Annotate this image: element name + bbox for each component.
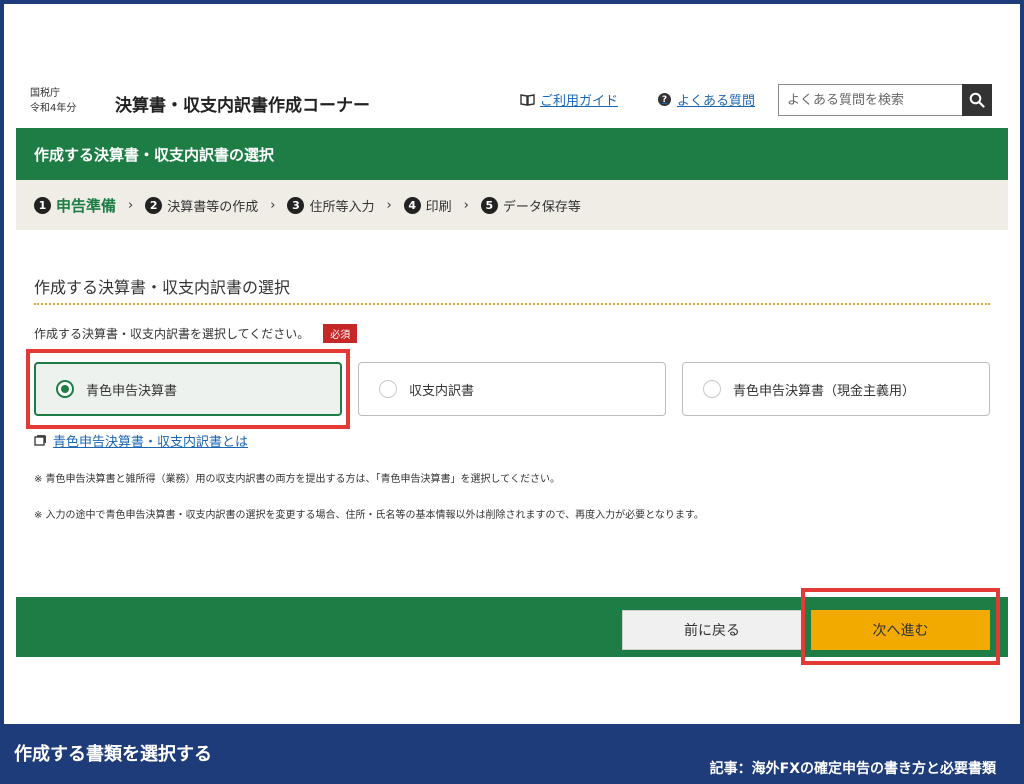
option-income-statement[interactable]: 収支内訳書 (358, 362, 666, 416)
radio-icon[interactable] (379, 380, 397, 398)
tax-year: 令和4年分 (30, 103, 77, 114)
note-1: ※ 青色申告決算書と雑所得（業務）用の収支内訳書の両方を提出する方は、「青色申告… (34, 474, 560, 485)
search-input[interactable] (778, 84, 962, 116)
info-link-label: 青色申告決算書・収支内訳書とは (53, 435, 249, 450)
step-label: 申告準備 (56, 196, 117, 215)
window-icon (34, 435, 46, 446)
note-2: ※ 入力の途中で青色申告決算書・収支内訳書の選択を変更する場合、住所・氏名等の基… (34, 510, 704, 521)
step-indicator: 1 申告準備 › 2 決算書等の作成 › 3 住所等入力 › 4 印刷 › 5 … (16, 180, 1008, 230)
chevron-right-icon: › (270, 197, 276, 213)
step-number: 1 (34, 196, 51, 214)
search-button[interactable] (962, 84, 992, 116)
faq-link-label: よくある質問 (677, 94, 756, 109)
chevron-right-icon: › (386, 197, 392, 213)
page-heading-bar: 作成する決算書・収支内訳書の選択 (16, 128, 1008, 180)
step-3: 3 住所等入力 (287, 196, 374, 215)
faq-link[interactable]: ? よくある質問 (658, 90, 755, 109)
step-label: 住所等入力 (309, 199, 375, 215)
step-number: 3 (287, 196, 305, 214)
highlight-box-next (801, 588, 1000, 665)
chevron-right-icon: › (463, 197, 469, 213)
caption-title: 作成する書類を選択する (14, 744, 212, 765)
step-1: 1 申告準備 (34, 195, 116, 216)
section-title: 作成する決算書・収支内訳書の選択 (34, 278, 291, 297)
caption-article: 記事：海外FXの確定申告の書き方と必要書類 (709, 761, 996, 777)
step-label: データ保存等 (502, 199, 581, 215)
step-2: 2 決算書等の作成 (145, 196, 258, 215)
chevron-right-icon: › (128, 197, 134, 213)
highlight-box-option (26, 349, 350, 429)
step-4: 4 印刷 (403, 196, 452, 215)
section-divider (34, 303, 990, 305)
step-label: 印刷 (425, 199, 452, 215)
step-number: 4 (403, 196, 421, 214)
step-number: 5 (480, 196, 498, 214)
step-number: 2 (145, 196, 163, 214)
agency-name: 国税庁 (30, 88, 60, 99)
site-title: 決算書・収支内訳書作成コーナー (115, 96, 370, 116)
step-5: 5 データ保存等 (480, 196, 581, 215)
instruction: 作成する決算書・収支内訳書を選択してください。 必須 (34, 324, 358, 343)
guide-link[interactable]: ご利用ガイド (520, 90, 618, 109)
guide-link-label: ご利用ガイド (540, 94, 619, 109)
book-icon (520, 94, 535, 106)
option-label: 青色申告決算書（現金主義用） (733, 383, 916, 399)
required-badge: 必須 (323, 324, 358, 343)
instruction-text: 作成する決算書・収支内訳書を選択してください。 (34, 327, 310, 341)
page-heading: 作成する決算書・収支内訳書の選択 (34, 145, 275, 164)
info-link[interactable]: 青色申告決算書・収支内訳書とは (34, 431, 248, 450)
agency-label: 国税庁 令和4年分 (30, 86, 76, 116)
question-icon: ? (658, 93, 671, 106)
option-blue-return-cash[interactable]: 青色申告決算書（現金主義用） (682, 362, 990, 416)
radio-icon[interactable] (703, 380, 721, 398)
step-label: 決算書等の作成 (167, 199, 259, 215)
search-icon (969, 92, 985, 108)
option-label: 収支内訳書 (409, 383, 475, 399)
back-button[interactable]: 前に戻る (622, 610, 802, 650)
